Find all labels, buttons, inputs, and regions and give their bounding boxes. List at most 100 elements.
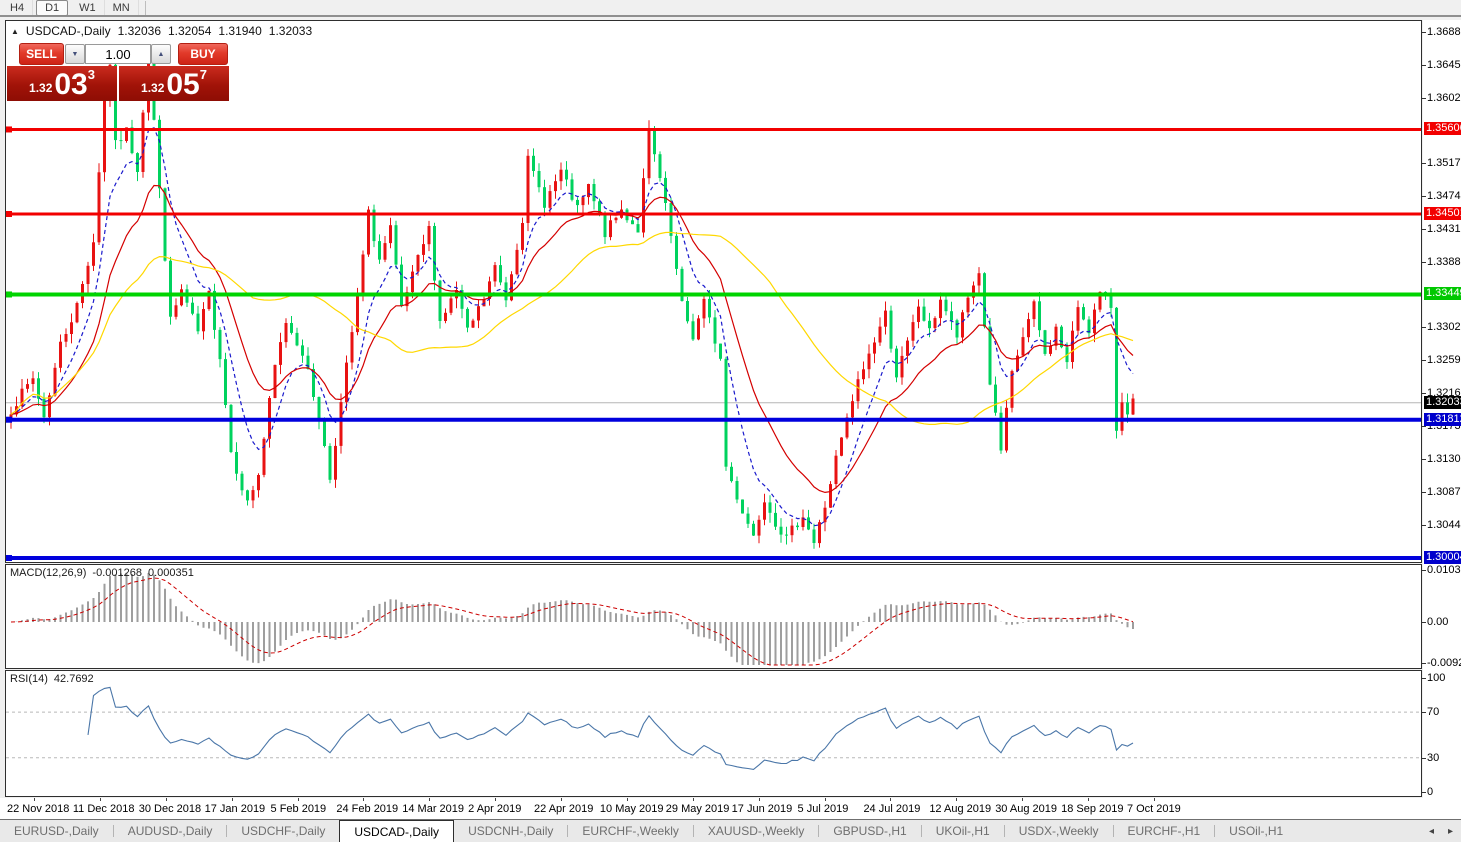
- tab-usoil-h1[interactable]: USOil-,H1: [1215, 820, 1297, 842]
- time-axis[interactable]: 22 Nov 2018 11 Dec 2018 30 Dec 2018 17 Jan …: [0, 798, 1461, 819]
- timeframe-h4-button[interactable]: H4: [2, 0, 34, 15]
- level-price-label: 1.35606: [1424, 122, 1461, 136]
- volume-input[interactable]: 1.00: [85, 44, 151, 64]
- buy-price-big: 05: [166, 68, 200, 101]
- price-axis-label: 1.36450: [1427, 58, 1461, 71]
- level-price-label: 1.33449: [1424, 287, 1461, 301]
- macd-axis-tick: [1422, 569, 1426, 571]
- buy-price-display[interactable]: 1.32 05 7: [119, 66, 229, 101]
- tab-usdx-weekly[interactable]: USDX-,Weekly: [1005, 820, 1113, 842]
- candlestick-chart[interactable]: [6, 21, 1421, 562]
- macd-signal-value: 0.000351: [147, 567, 194, 579]
- price-axis-label: 1.35170: [1427, 156, 1461, 169]
- buy-price-sup: 7: [199, 67, 207, 82]
- quote-high: 1.32054: [168, 24, 212, 38]
- price-axis-tick: [1422, 425, 1426, 427]
- tab-eurusd-daily[interactable]: EURUSD-,Daily: [0, 820, 113, 842]
- tab-audusd-daily[interactable]: AUDUSD-,Daily: [114, 820, 227, 842]
- date-tick: [34, 798, 35, 801]
- date-label: 30 Aug 2019: [995, 803, 1057, 815]
- date-label: 24 Jul 2019: [863, 803, 921, 815]
- date-label: 22 Nov 2018: [7, 803, 70, 815]
- date-label: 14 Mar 2019: [402, 803, 465, 815]
- date-tick: [890, 798, 892, 801]
- price-axis-label: 1.30440: [1427, 518, 1461, 531]
- rsi-axis-label: 30: [1427, 751, 1440, 764]
- price-axis-tick: [1422, 32, 1426, 33]
- price-axis-label: 1.34740: [1427, 189, 1461, 202]
- date-label: 29 May 2019: [665, 803, 730, 815]
- timeframe-d1-button[interactable]: D1: [36, 0, 69, 16]
- date-label: 2 Apr 2019: [468, 803, 522, 815]
- tab-eurchf-h1[interactable]: EURCHF-,H1: [1114, 820, 1215, 842]
- macd-name: MACD(12,26,9): [10, 567, 87, 579]
- quote-open: 1.32036: [117, 24, 161, 38]
- date-label: 17 Jun 2019: [731, 803, 793, 815]
- price-axis-label: 1.33880: [1427, 255, 1461, 268]
- chart-title: ▲ USDCAD-,Daily 1.32036 1.32054 1.31940 …: [11, 24, 312, 38]
- date-tick: [758, 798, 760, 801]
- price-axis-label: 1.36020: [1427, 91, 1461, 104]
- tab-eurchf-weekly[interactable]: EURCHF-,Weekly: [568, 820, 692, 842]
- quote-low: 1.31940: [218, 24, 262, 38]
- macd-axis-label: 0.010311: [1427, 563, 1461, 576]
- date-label: 22 Apr 2019: [534, 803, 594, 815]
- rsi-axis-label: 70: [1427, 706, 1440, 719]
- price-axis-tick: [1422, 524, 1426, 526]
- sell-price-display[interactable]: 1.32 03 3: [7, 66, 117, 101]
- price-axis-tick: [1422, 97, 1426, 99]
- rsi-indicator-label: RSI(14) 42.7692: [10, 673, 94, 685]
- date-label: 5 Jul 2019: [797, 803, 849, 815]
- buy-button[interactable]: BUY: [178, 43, 228, 65]
- tab-scroll-right-icon[interactable]: ▸: [1448, 826, 1453, 837]
- date-tick: [561, 798, 563, 801]
- tab-xauusd-weekly[interactable]: XAUUSD-,Weekly: [694, 820, 818, 842]
- tab-usdchf-daily[interactable]: USDCHF-,Daily: [227, 820, 339, 842]
- sell-price-big: 03: [54, 68, 88, 101]
- price-axis-tick: [1422, 228, 1426, 230]
- timeframe-mn-button[interactable]: MN: [105, 0, 139, 15]
- rsi-axis-tick: [1422, 757, 1426, 759]
- macd-chart[interactable]: [6, 565, 1421, 668]
- price-axis-tick: [1422, 327, 1426, 329]
- price-axis-tick: [1422, 491, 1426, 493]
- date-label: 10 May 2019: [599, 803, 664, 815]
- level-price-label: 1.34501: [1424, 206, 1461, 220]
- timeframe-toolbar: H4 D1 W1 MN: [0, 0, 1461, 17]
- collapse-chart-icon[interactable]: ▲: [11, 27, 19, 36]
- date-tick: [1022, 798, 1024, 801]
- price-axis-label: 1.36880: [1427, 26, 1461, 38]
- tab-scroll-left-icon[interactable]: ◂: [1429, 826, 1434, 837]
- macd-panel[interactable]: MACD(12,26,9) -0.001268 0.000351: [5, 564, 1422, 669]
- price-axis-tick: [1422, 393, 1426, 395]
- sell-price-prefix: 1.32: [29, 81, 53, 95]
- sell-price-sup: 3: [87, 67, 95, 82]
- sell-button[interactable]: SELL: [19, 43, 64, 65]
- date-tick: [429, 798, 431, 801]
- rsi-chart[interactable]: [6, 671, 1421, 796]
- date-tick: [1153, 798, 1155, 801]
- chart-symbol-label: USDCAD-,Daily: [25, 24, 111, 38]
- date-tick: [165, 798, 167, 801]
- rsi-panel[interactable]: RSI(14) 42.7692: [5, 670, 1422, 797]
- date-label: 12 Aug 2019: [929, 803, 992, 815]
- tab-usdcad-daily[interactable]: USDCAD-,Daily: [339, 820, 455, 842]
- main-chart-pane[interactable]: ▲ USDCAD-,Daily 1.32036 1.32054 1.31940 …: [5, 20, 1422, 563]
- price-axis-label: 1.30870: [1427, 485, 1461, 498]
- tab-usdcnh-daily[interactable]: USDCNH-,Daily: [454, 820, 567, 842]
- date-label: 5 Feb 2019: [270, 803, 327, 815]
- timeframe-w1-button[interactable]: W1: [71, 0, 105, 15]
- volume-decrease-button[interactable]: ▼: [65, 44, 85, 64]
- rsi-axis-tick: [1422, 712, 1426, 714]
- price-axis-tick: [1422, 261, 1426, 263]
- one-click-trading-panel: SELL ▼ 1.00 ▲ BUY 1.32 03 3 1.32 05 7: [7, 43, 230, 101]
- date-tick: [297, 798, 299, 801]
- volume-increase-button[interactable]: ▲: [151, 44, 171, 64]
- tab-ukoil-h1[interactable]: UKOil-,H1: [922, 820, 1004, 842]
- tab-gbpusd-h1[interactable]: GBPUSD-,H1: [819, 820, 920, 842]
- rsi-value: 42.7692: [53, 673, 94, 685]
- rsi-axis-label: 100: [1427, 672, 1446, 684]
- rsi-name: RSI(14): [10, 673, 48, 685]
- chart-tab-bar: EURUSD-,Daily AUDUSD-,Daily USDCHF-,Daily U…: [0, 819, 1461, 842]
- macd-indicator-label: MACD(12,26,9) -0.001268 0.000351: [10, 567, 194, 579]
